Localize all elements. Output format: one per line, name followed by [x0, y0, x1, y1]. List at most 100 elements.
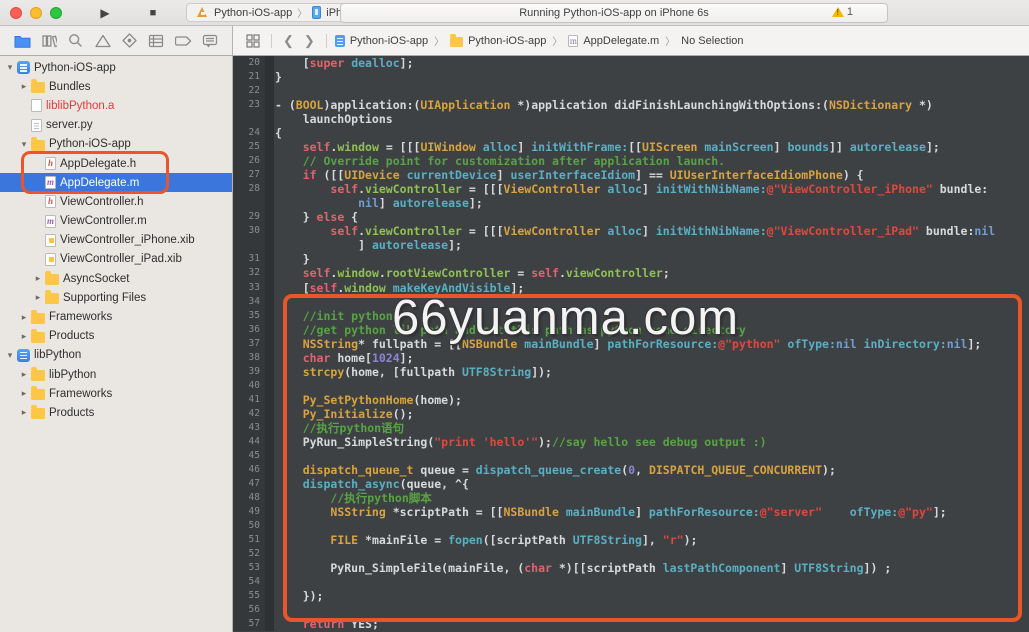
breadcrumb-item[interactable]: No Selection — [681, 35, 743, 47]
code-line[interactable]: 43 //执行python语句 — [233, 420, 1029, 435]
minimize-button[interactable] — [30, 6, 42, 19]
issue-navigator-icon[interactable] — [93, 31, 113, 51]
disclosure-triangle[interactable]: ▸ — [18, 388, 30, 399]
line-number[interactable]: 30 — [233, 224, 265, 239]
code-line[interactable]: 31 } — [233, 252, 1029, 267]
line-number[interactable]: 53 — [233, 561, 265, 576]
line-number[interactable]: 31 — [233, 252, 265, 267]
sidebar-item-products[interactable]: ▸ Products — [0, 327, 232, 346]
line-number[interactable]: 23 — [233, 98, 265, 113]
line-number[interactable]: 33 — [233, 280, 265, 295]
issues-badge[interactable]: 1 — [831, 6, 853, 18]
stop-button[interactable]: ■ — [138, 4, 168, 22]
disclosure-triangle[interactable]: ▸ — [18, 81, 30, 92]
code-line[interactable]: 50 — [233, 519, 1029, 534]
line-number[interactable]: 32 — [233, 266, 265, 281]
line-number[interactable]: 56 — [233, 603, 265, 618]
code-line[interactable]: 47 dispatch_async(queue, ^{ — [233, 476, 1029, 491]
code-line[interactable]: 52 — [233, 547, 1029, 562]
sidebar-item-liblibpython-a[interactable]: liblibPython.a — [0, 96, 232, 115]
sidebar-item-viewcontroller-iphone-xib[interactable]: ViewController_iPhone.xib — [0, 231, 232, 250]
project-navigator-icon[interactable] — [12, 31, 32, 51]
code-line[interactable]: 45 — [233, 448, 1029, 463]
sidebar-item-bundles[interactable]: ▸ Bundles — [0, 77, 232, 96]
line-number[interactable]: 46 — [233, 462, 265, 477]
line-number[interactable]: 43 — [233, 420, 265, 435]
code-line[interactable]: 38 char home[1024]; — [233, 350, 1029, 365]
zoom-button[interactable] — [50, 6, 62, 19]
line-number[interactable]: 55 — [233, 589, 265, 604]
code-line[interactable]: 51 FILE *mainFile = fopen([scriptPath UT… — [233, 533, 1029, 548]
breakpoint-navigator-icon[interactable] — [173, 31, 193, 51]
test-navigator-icon[interactable] — [119, 31, 139, 51]
line-number[interactable]: 39 — [233, 364, 265, 379]
code-line[interactable]: 36 //get python lib path and set this pa… — [233, 322, 1029, 337]
line-number[interactable]: 47 — [233, 476, 265, 491]
run-button[interactable]: ▶ — [90, 4, 120, 22]
related-items-icon[interactable] — [246, 33, 260, 48]
line-number[interactable]: 51 — [233, 533, 265, 548]
code-line[interactable]: 49 NSString *scriptPath = [[NSBundle mai… — [233, 505, 1029, 520]
line-number[interactable]: 27 — [233, 168, 265, 183]
line-number[interactable]: 26 — [233, 154, 265, 169]
sidebar-item-libpython[interactable]: ▾ libPython — [0, 346, 232, 365]
code-line[interactable]: launchOptions — [233, 112, 1029, 127]
code-line[interactable]: 24 { — [233, 126, 1029, 141]
disclosure-triangle[interactable]: ▾ — [18, 139, 30, 150]
line-number[interactable]: 40 — [233, 378, 265, 393]
symbol-navigator-icon[interactable] — [39, 31, 59, 51]
code-line[interactable]: 26 // Override point for customization a… — [233, 154, 1029, 169]
code-line[interactable]: 53 PyRun_SimpleFile(mainFile, (char *)[[… — [233, 561, 1029, 576]
line-number[interactable]: 50 — [233, 519, 265, 534]
source-editor[interactable]: 20 [super dealloc]; 21} 22 23- (BOOL)applic… — [233, 56, 1029, 632]
disclosure-triangle[interactable]: ▸ — [18, 312, 30, 323]
code-line[interactable]: 55 }); — [233, 589, 1029, 604]
line-number[interactable] — [233, 238, 265, 253]
sidebar-item-asyncsocket[interactable]: ▸ AsyncSocket — [0, 269, 232, 288]
code-line[interactable]: 39 strcpy(home, [fullpath UTF8String]); — [233, 364, 1029, 379]
code-line[interactable]: 54 — [233, 575, 1029, 590]
line-number[interactable]: 42 — [233, 406, 265, 421]
code-line[interactable]: 21} — [233, 70, 1029, 85]
code-line[interactable]: 27 if ([[UIDevice currentDevice] userInt… — [233, 168, 1029, 183]
line-number[interactable]: 22 — [233, 84, 265, 99]
code-line[interactable]: 41 Py_SetPythonHome(home); — [233, 392, 1029, 407]
sidebar-item-python-ios-app[interactable]: ▾ Python-iOS-app — [0, 135, 232, 154]
code-line[interactable]: 29 } else { — [233, 210, 1029, 225]
disclosure-triangle[interactable]: ▾ — [4, 62, 16, 73]
code-line[interactable]: 42 Py_Initialize(); — [233, 406, 1029, 421]
sidebar-item-python-ios-app[interactable]: ▾ Python-iOS-app — [0, 58, 232, 77]
sidebar-item-supporting-files[interactable]: ▸ Supporting Files — [0, 288, 232, 307]
line-number[interactable]: 45 — [233, 448, 265, 463]
line-number[interactable]: 24 — [233, 126, 265, 141]
breadcrumb-item[interactable]: m AppDelegate.m — [568, 34, 659, 47]
line-number[interactable]: 48 — [233, 490, 265, 505]
disclosure-triangle[interactable]: ▸ — [18, 331, 30, 342]
line-number[interactable]: 25 — [233, 140, 265, 155]
code-line[interactable]: 48 //执行python脚本 — [233, 490, 1029, 505]
sidebar-item-frameworks[interactable]: ▸ Frameworks — [0, 307, 232, 326]
code-line[interactable]: 34 — [233, 294, 1029, 309]
code-line[interactable]: 22 — [233, 84, 1029, 99]
disclosure-triangle[interactable]: ▸ — [32, 292, 44, 303]
code-line[interactable]: 35 //init python — [233, 308, 1029, 323]
close-button[interactable] — [10, 6, 22, 19]
code-line[interactable]: 23 - (BOOL)application:(UIApplication *)a… — [233, 98, 1029, 113]
line-number[interactable] — [233, 112, 265, 127]
code-line[interactable]: 37 NSString* fullpath = [[NSBundle mainB… — [233, 336, 1029, 351]
forward-button[interactable]: ❯ — [299, 33, 320, 49]
disclosure-triangle[interactable]: ▾ — [4, 350, 16, 361]
line-number[interactable]: 52 — [233, 547, 265, 562]
search-navigator-icon[interactable] — [66, 31, 86, 51]
code-line[interactable]: 30 self.viewController = [[[ViewControll… — [233, 224, 1029, 239]
line-number[interactable]: 38 — [233, 350, 265, 365]
sidebar-item-appdelegate-h[interactable]: AppDelegate.h — [0, 154, 232, 173]
code-line[interactable]: 25 self.window = [[[UIWindow alloc] init… — [233, 140, 1029, 155]
sidebar-item-libpython[interactable]: ▸ libPython — [0, 365, 232, 384]
code-line[interactable]: ] autorelease]; — [233, 238, 1029, 253]
line-number[interactable]: 44 — [233, 434, 265, 449]
line-number[interactable]: 37 — [233, 336, 265, 351]
sidebar-item-viewcontroller-m[interactable]: ViewController.m — [0, 212, 232, 231]
code-line[interactable]: 56 — [233, 603, 1029, 618]
code-line[interactable]: 44 PyRun_SimpleString("print 'hello'");/… — [233, 434, 1029, 449]
